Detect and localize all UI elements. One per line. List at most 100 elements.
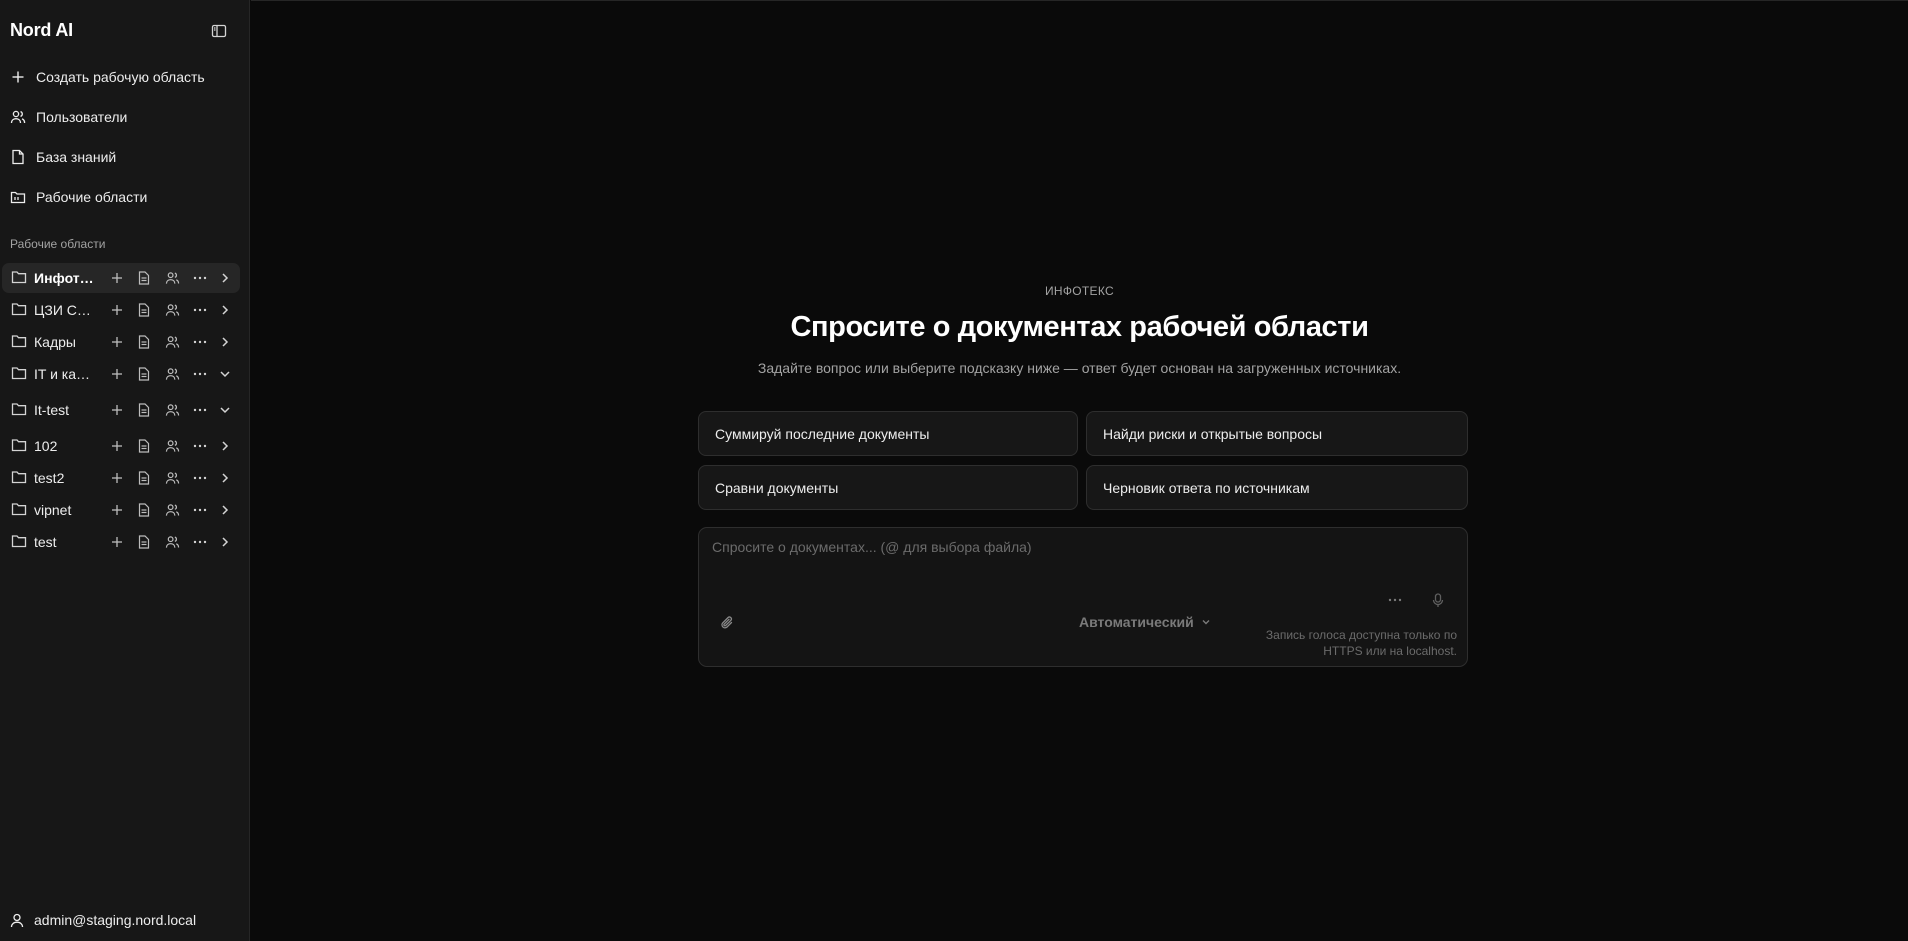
documents-icon[interactable] bbox=[135, 401, 153, 419]
voice-note-line-2: HTTPS или на localhost. bbox=[1323, 644, 1457, 658]
folder-icon bbox=[11, 366, 27, 382]
workspace-item[interactable]: IT и кадры bbox=[2, 359, 240, 389]
workspace-item[interactable]: vipnet bbox=[2, 495, 240, 525]
suggestion-find-risks[interactable]: Найди риски и открытые вопросы bbox=[1086, 411, 1468, 456]
more-actions-icon[interactable] bbox=[191, 301, 209, 319]
members-icon[interactable] bbox=[163, 333, 181, 351]
workspace-item[interactable]: test bbox=[2, 527, 240, 557]
documents-icon[interactable] bbox=[135, 301, 153, 319]
workspace-item[interactable]: 102 bbox=[2, 431, 240, 461]
more-actions-icon[interactable] bbox=[191, 469, 209, 487]
more-actions-icon[interactable] bbox=[191, 501, 209, 519]
more-actions-icon[interactable] bbox=[191, 333, 209, 351]
workspace-name: Кадры bbox=[34, 334, 76, 350]
documents-icon[interactable] bbox=[135, 469, 153, 487]
microphone-icon[interactable] bbox=[1429, 591, 1447, 609]
add-document-plus-icon[interactable] bbox=[108, 301, 126, 319]
workspace-name: Инфотекс bbox=[34, 270, 98, 286]
folder-icon bbox=[11, 402, 27, 418]
folder-icon bbox=[11, 270, 27, 286]
file-icon bbox=[10, 149, 26, 165]
nav-create-workspace[interactable]: Создать рабочую область bbox=[6, 62, 242, 92]
more-actions-icon[interactable] bbox=[191, 533, 209, 551]
more-actions-icon[interactable] bbox=[191, 401, 209, 419]
documents-icon[interactable] bbox=[135, 501, 153, 519]
documents-icon[interactable] bbox=[135, 437, 153, 455]
chevron-down-icon[interactable] bbox=[216, 365, 234, 383]
add-document-plus-icon[interactable] bbox=[108, 501, 126, 519]
members-icon[interactable] bbox=[163, 301, 181, 319]
members-icon[interactable] bbox=[163, 401, 181, 419]
chevron-down-icon[interactable] bbox=[216, 401, 234, 419]
documents-icon[interactable] bbox=[135, 365, 153, 383]
add-document-plus-icon[interactable] bbox=[108, 365, 126, 383]
add-document-plus-icon[interactable] bbox=[108, 269, 126, 287]
app-root: Nord AI Создать рабочую область Пользова… bbox=[0, 0, 1908, 941]
more-options-icon[interactable] bbox=[1385, 592, 1405, 608]
user-account[interactable]: admin@staging.nord.local bbox=[10, 912, 196, 928]
workspace-overline: ИНФОТЕКС bbox=[1044, 284, 1114, 298]
nav-knowledge-base[interactable]: База знаний bbox=[6, 142, 242, 172]
workspace-name: ЦЗИ Сертификация bbox=[34, 302, 98, 318]
chevron-right-icon[interactable] bbox=[216, 437, 234, 455]
workspace-item[interactable]: test2 bbox=[2, 463, 240, 493]
nav-workspaces-label: Рабочие области bbox=[36, 189, 148, 205]
workspace-item[interactable]: ЦЗИ Сертификация bbox=[2, 295, 240, 325]
mode-dropdown-value: Автоматический bbox=[1079, 614, 1194, 630]
more-actions-icon[interactable] bbox=[191, 365, 209, 383]
workspace-item[interactable]: It-test bbox=[2, 395, 240, 425]
chevron-right-icon[interactable] bbox=[216, 333, 234, 351]
sidebar-toggle-icon[interactable] bbox=[209, 21, 229, 41]
chat-composer: Автоматический Запись голоса доступна то… bbox=[698, 527, 1468, 667]
suggestion-label: Сравни документы bbox=[715, 479, 839, 496]
chevron-right-icon[interactable] bbox=[216, 501, 234, 519]
documents-icon[interactable] bbox=[135, 533, 153, 551]
add-document-plus-icon[interactable] bbox=[108, 533, 126, 551]
suggestion-label: Найди риски и открытые вопросы bbox=[1103, 425, 1323, 442]
members-icon[interactable] bbox=[163, 501, 181, 519]
page-title: Спросите о документах рабочей области bbox=[790, 311, 1369, 343]
add-document-plus-icon[interactable] bbox=[108, 469, 126, 487]
plus-icon bbox=[10, 69, 26, 85]
folder-icon bbox=[11, 334, 27, 350]
documents-icon[interactable] bbox=[135, 333, 153, 351]
members-icon[interactable] bbox=[163, 365, 181, 383]
nav-workspaces[interactable]: Рабочие области bbox=[6, 182, 242, 212]
workspace-item[interactable]: Инфотекс bbox=[2, 263, 240, 293]
add-document-plus-icon[interactable] bbox=[108, 401, 126, 419]
main-panel: ИНФОТЕКС Спросите о документах рабочей о… bbox=[251, 0, 1908, 941]
paperclip-icon[interactable] bbox=[717, 613, 737, 633]
chevron-right-icon[interactable] bbox=[216, 469, 234, 487]
members-icon[interactable] bbox=[163, 437, 181, 455]
add-document-plus-icon[interactable] bbox=[108, 333, 126, 351]
nav-create-workspace-label: Создать рабочую область bbox=[36, 69, 205, 85]
workspace-name: IT и кадры bbox=[34, 366, 98, 382]
suggestion-summarize[interactable]: Суммируй последние документы bbox=[698, 411, 1078, 456]
workspaces-section-label: Рабочие области bbox=[10, 237, 106, 251]
members-icon[interactable] bbox=[163, 269, 181, 287]
chevron-right-icon[interactable] bbox=[216, 301, 234, 319]
user-icon bbox=[10, 912, 26, 928]
folder-icon bbox=[11, 438, 27, 454]
page-subtitle: Задайте вопрос или выберите подсказку ни… bbox=[757, 360, 1402, 376]
add-document-plus-icon[interactable] bbox=[108, 437, 126, 455]
more-actions-icon[interactable] bbox=[191, 437, 209, 455]
members-icon[interactable] bbox=[163, 533, 181, 551]
chevron-down-icon bbox=[1200, 616, 1212, 628]
workspace-name: 102 bbox=[34, 438, 58, 454]
workspace-item[interactable]: Кадры bbox=[2, 327, 240, 357]
mode-dropdown[interactable]: Автоматический bbox=[1079, 614, 1212, 630]
chevron-right-icon[interactable] bbox=[216, 269, 234, 287]
chevron-right-icon[interactable] bbox=[216, 533, 234, 551]
nav-users[interactable]: Пользователи bbox=[6, 102, 242, 132]
members-icon[interactable] bbox=[163, 469, 181, 487]
chat-input[interactable] bbox=[700, 529, 1440, 589]
folder-icon bbox=[11, 470, 27, 486]
nav-knowledge-base-label: База знаний bbox=[36, 149, 117, 165]
folder-icon bbox=[11, 534, 27, 550]
suggestion-compare[interactable]: Сравни документы bbox=[698, 465, 1078, 510]
suggestion-draft-answer[interactable]: Черновик ответа по источникам bbox=[1086, 465, 1468, 510]
documents-icon[interactable] bbox=[135, 269, 153, 287]
more-actions-icon[interactable] bbox=[191, 269, 209, 287]
sidebar: Nord AI Создать рабочую область Пользова… bbox=[0, 0, 250, 941]
